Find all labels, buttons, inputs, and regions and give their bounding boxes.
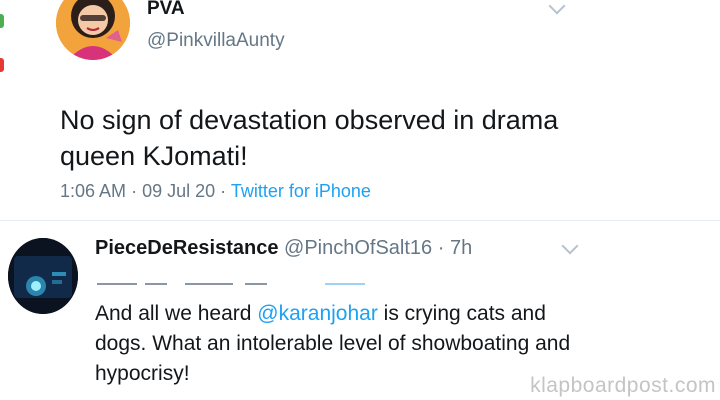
tweet-source-link[interactable]: Twitter for iPhone xyxy=(231,181,371,201)
chevron-down-icon[interactable] xyxy=(561,237,579,255)
tweet-date[interactable]: 09 Jul 20 xyxy=(142,181,215,201)
reply-text-start: And all we heard xyxy=(95,302,258,325)
edge-mark-red xyxy=(0,58,4,72)
chevron-down-icon[interactable] xyxy=(548,0,566,15)
author-handle[interactable]: @PinkvillaAunty xyxy=(147,30,285,52)
avatar[interactable] xyxy=(56,0,130,60)
tweet-time[interactable]: 1:06 AM xyxy=(60,181,126,201)
divider xyxy=(0,220,720,221)
edge-mark-green xyxy=(0,14,4,28)
reply-text: And all we heard @karanjohar is crying c… xyxy=(95,299,595,389)
meta-separator: · xyxy=(131,181,138,201)
reply-header: PieceDeResistance @PinchOfSalt16 · 7h xyxy=(95,237,472,260)
cartoon-avatar-icon xyxy=(56,0,130,60)
clipped-text-fragment xyxy=(97,283,365,285)
tweet-meta: 1:06 AM · 09 Jul 20 · Twitter for iPhone xyxy=(60,181,371,202)
author-name[interactable]: PVA xyxy=(147,0,185,20)
tweet-text: No sign of devastation observed in drama… xyxy=(60,105,559,171)
reply-author-handle[interactable]: @PinchOfSalt16 xyxy=(284,237,432,259)
reply-author-name[interactable]: PieceDeResistance xyxy=(95,237,278,259)
reply-avatar[interactable] xyxy=(8,238,78,314)
watermark: klapboardpost.com xyxy=(530,374,716,397)
meta-separator: · xyxy=(220,181,227,201)
mention-link[interactable]: @karanjohar xyxy=(257,302,378,325)
reply-age[interactable]: 7h xyxy=(450,237,472,259)
dark-avatar-icon xyxy=(8,238,78,314)
reply-separator: · xyxy=(437,237,445,259)
